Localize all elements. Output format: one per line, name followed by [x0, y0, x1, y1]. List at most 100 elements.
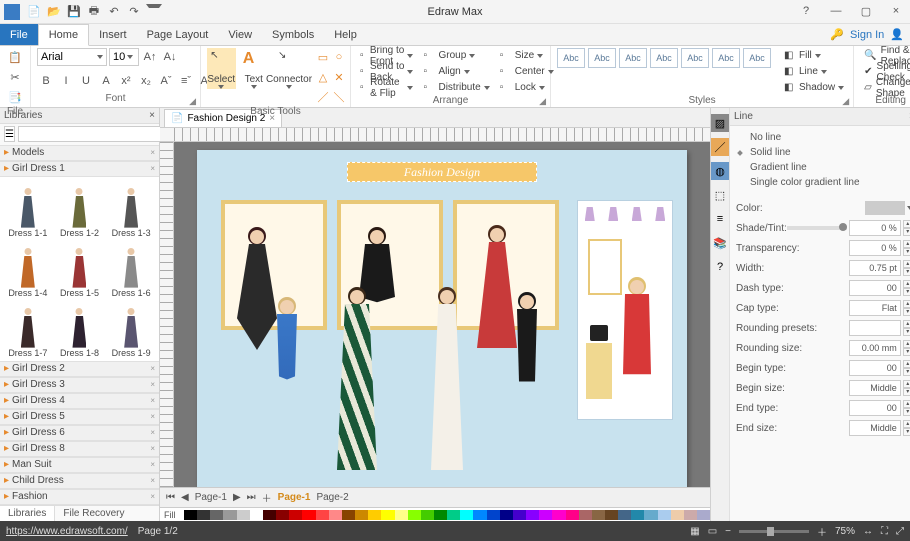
linetype-single-color-gradient-line[interactable]: Single color gradient line	[736, 175, 910, 190]
libcat-models[interactable]: ▸Models×	[0, 145, 159, 161]
color-swatch-22[interactable]	[473, 510, 486, 520]
linetype-solid-line[interactable]: Solid line	[736, 145, 910, 160]
color-swatch-2[interactable]	[210, 510, 223, 520]
zoom-out-icon[interactable]: −	[725, 526, 731, 537]
font-dialog-icon[interactable]: ◢	[189, 96, 196, 107]
value-input[interactable]: 00	[849, 400, 901, 416]
close-button[interactable]: ×	[886, 5, 906, 18]
rstrip-layers-icon[interactable]: 📚	[711, 234, 729, 252]
color-swatch-13[interactable]	[355, 510, 368, 520]
style-line[interactable]: ◧Line	[781, 64, 847, 79]
color-swatch-36[interactable]	[658, 510, 671, 520]
new-icon[interactable]: 📄	[26, 4, 42, 20]
libcat-girl-dress-6[interactable]: ▸Girl Dress 6×	[0, 425, 159, 441]
grow-font-icon[interactable]: A↑	[141, 48, 159, 66]
tab-symbols[interactable]: Symbols	[262, 24, 324, 45]
presentation-icon[interactable]: ▭	[708, 526, 717, 537]
arrange-rotate-flip[interactable]: ▫Rotate & Flip	[357, 80, 416, 95]
model-red-short[interactable]	[617, 280, 657, 440]
color-swatch-14[interactable]	[368, 510, 381, 520]
color-swatch-12[interactable]	[342, 510, 355, 520]
style-chip-6[interactable]: Abc	[743, 48, 771, 68]
libcat-girl-dress-2[interactable]: ▸Girl Dress 2×	[0, 361, 159, 377]
color-swatch-39[interactable]	[697, 510, 710, 520]
page-tab-2[interactable]: Page-2	[316, 492, 348, 503]
font-btn-3[interactable]: A	[97, 72, 115, 90]
style-chip-0[interactable]: Abc	[557, 48, 585, 68]
shape-mini-1[interactable]: ○	[330, 48, 348, 66]
model-black-boots[interactable]	[507, 295, 547, 470]
arrange-group[interactable]: ▫Group	[420, 48, 492, 63]
color-swatch-35[interactable]	[644, 510, 657, 520]
lib-item-dress-1-9[interactable]: Dress 1-9	[106, 300, 156, 358]
status-url[interactable]: https://www.edrawsoft.com/	[6, 526, 128, 537]
color-swatch-27[interactable]	[539, 510, 552, 520]
connector-tool[interactable]: ↘Connector	[272, 48, 306, 89]
tab-view[interactable]: View	[218, 24, 262, 45]
maximize-button[interactable]: ▢	[856, 5, 876, 18]
arrange-size[interactable]: ▫Size	[497, 48, 557, 63]
color-swatch-25[interactable]	[513, 510, 526, 520]
libcat-girl-dress-5[interactable]: ▸Girl Dress 5×	[0, 409, 159, 425]
zoom-in-icon[interactable]: ＋	[817, 524, 827, 539]
color-swatch-4[interactable]	[237, 510, 250, 520]
color-swatch-31[interactable]	[592, 510, 605, 520]
tab-help[interactable]: Help	[324, 24, 367, 45]
tab-file[interactable]: File	[0, 24, 38, 45]
model-blue[interactable]	[267, 300, 307, 470]
rstrip-size-icon[interactable]: ⬚	[711, 186, 729, 204]
fit-width-icon[interactable]: ↔	[863, 526, 873, 537]
color-swatch-37[interactable]	[671, 510, 684, 520]
lib-item-dress-1-4[interactable]: Dress 1-4	[3, 240, 53, 298]
page-tab-1[interactable]: Page-1	[278, 492, 311, 503]
canvas-viewport[interactable]: Fashion Design	[174, 142, 710, 487]
lib-item-dress-1-7[interactable]: Dress 1-7	[3, 300, 53, 358]
minimize-button[interactable]: —	[826, 5, 846, 18]
color-swatch-29[interactable]	[566, 510, 579, 520]
banner-title[interactable]: Fashion Design	[347, 162, 537, 182]
value-input[interactable]	[849, 320, 901, 336]
libcat-girl-dress-8[interactable]: ▸Girl Dress 8×	[0, 441, 159, 457]
font-family-combo[interactable]: Arial	[37, 48, 107, 66]
page-tab-1a[interactable]: Page-1	[195, 492, 227, 503]
help-icon[interactable]: ?	[796, 5, 816, 18]
color-swatch-30[interactable]	[579, 510, 592, 520]
color-swatch-6[interactable]	[263, 510, 276, 520]
open-icon[interactable]: 📂	[46, 4, 62, 20]
color-swatch-38[interactable]	[684, 510, 697, 520]
rstrip-shadow-icon[interactable]: ◍	[711, 162, 729, 180]
value-input[interactable]: Middle	[849, 380, 901, 396]
style-chip-2[interactable]: Abc	[619, 48, 647, 68]
color-swatch-5[interactable]	[250, 510, 263, 520]
font-btn-2[interactable]: U	[77, 72, 95, 90]
select-tool[interactable]: ↖Select	[207, 48, 236, 89]
handbag-icon[interactable]	[590, 325, 608, 341]
color-swatch-23[interactable]	[487, 510, 500, 520]
user-icon[interactable]: 👤	[890, 28, 904, 41]
model-white-gown[interactable]	[427, 290, 467, 470]
arrange-dialog-icon[interactable]: ◢	[539, 96, 546, 107]
value-input[interactable]: 0 %	[849, 240, 901, 256]
color-swatch-33[interactable]	[618, 510, 631, 520]
qat-customize-icon[interactable]	[146, 4, 162, 20]
copy-icon[interactable]: 📑	[6, 88, 24, 106]
arrange-center[interactable]: ▫Center	[497, 64, 557, 79]
edit-change-shape[interactable]: ▱Change Shape	[860, 80, 910, 95]
cut-icon[interactable]: ✂	[6, 68, 24, 86]
signin-icon[interactable]: 🔑	[830, 28, 844, 41]
lib-item-dress-1-6[interactable]: Dress 1-6	[106, 240, 156, 298]
zoom-level[interactable]: 75%	[835, 526, 855, 537]
page-nav-next[interactable]: ▶	[233, 492, 241, 503]
tab-page-layout[interactable]: Page Layout	[137, 24, 219, 45]
tab-home[interactable]: Home	[38, 24, 89, 46]
fullscreen-icon[interactable]: ⤢	[896, 526, 904, 537]
libcat-girl-dress-4[interactable]: ▸Girl Dress 4×	[0, 393, 159, 409]
page-nav-last[interactable]: ⏭	[247, 492, 256, 503]
color-swatch-19[interactable]	[434, 510, 447, 520]
color-swatch-20[interactable]	[447, 510, 460, 520]
color-swatch-24[interactable]	[500, 510, 513, 520]
color-swatch-11[interactable]	[329, 510, 342, 520]
shape-mini-5[interactable]: ＼	[330, 88, 348, 106]
linetype-no-line[interactable]: No line	[736, 130, 910, 145]
color-swatch-18[interactable]	[421, 510, 434, 520]
